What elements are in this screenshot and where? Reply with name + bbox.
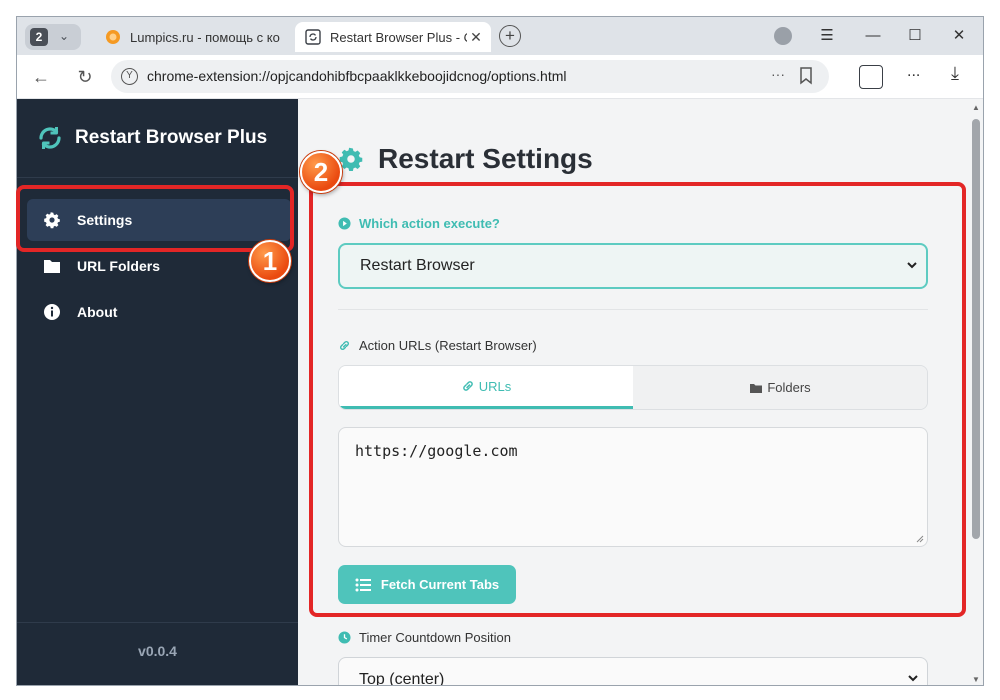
gear-icon: [339, 147, 363, 171]
annotation-badge-2: 2: [300, 151, 342, 193]
page-title-text: Restart Settings: [378, 143, 593, 174]
bookmark-icon[interactable]: [799, 67, 813, 85]
scroll-down-icon[interactable]: ▼: [971, 675, 981, 684]
sidebar-item-about[interactable]: About: [27, 291, 291, 333]
close-tab-icon[interactable]: ✕: [467, 29, 485, 46]
brand-title: Restart Browser Plus: [75, 127, 268, 148]
extension-restart-icon[interactable]: [859, 65, 883, 89]
clock-icon: [338, 631, 351, 644]
restart-extension-icon: [305, 29, 321, 45]
sidebar-item-label: URL Folders: [77, 258, 160, 274]
scroll-up-icon[interactable]: ▲: [971, 103, 981, 112]
page-title: Restart Settings: [338, 143, 593, 175]
download-icon[interactable]: ⤓: [951, 63, 959, 84]
brand: Restart Browser Plus: [37, 125, 267, 151]
minimize-icon[interactable]: —: [861, 25, 885, 47]
tab-label: Lumpics.ru - помощь с ко: [130, 29, 280, 45]
back-arrow-icon[interactable]: ←: [29, 65, 53, 89]
close-window-icon[interactable]: ✕: [947, 25, 971, 47]
chevron-down-icon: [908, 675, 918, 682]
tab-count-badge: 2: [30, 28, 48, 46]
timer-position-select[interactable]: Top (center): [338, 657, 928, 686]
folder-icon: [44, 260, 60, 273]
tab-bar: 2 ⌄ Lumpics.ru - помощь с ко Restart Bro…: [17, 17, 983, 55]
menu-dots-icon[interactable]: ...: [907, 63, 920, 81]
tab-label: Restart Browser Plus - О: [330, 29, 467, 45]
page-scrollbar[interactable]: ▲ ▼: [968, 99, 983, 685]
orange-circle-icon: [106, 30, 120, 44]
scroll-thumb[interactable]: [972, 119, 980, 539]
maximize-icon[interactable]: ☐: [903, 25, 927, 47]
new-tab-button[interactable]: +: [499, 25, 521, 47]
highlight-box-settings-panel: [309, 182, 966, 617]
info-icon: [44, 304, 60, 320]
profile-avatar-icon[interactable]: [774, 27, 792, 45]
timer-label-text: Timer Countdown Position: [359, 630, 511, 645]
tab-lumpics[interactable]: Lumpics.ru - помощь с ко: [95, 22, 291, 52]
address-bar: ← ↻ Y chrome-extension://opjcandohibfbcp…: [17, 55, 983, 99]
yandex-y-icon: Y: [121, 68, 138, 85]
sidebar-divider: [17, 177, 298, 178]
highlight-box-settings: [16, 185, 294, 252]
chevron-down-icon: ⌄: [59, 29, 70, 43]
tab-restart-browser-plus[interactable]: Restart Browser Plus - О ✕: [295, 22, 491, 52]
url-text: chrome-extension://opjcandohibfbcpaaklkk…: [147, 68, 567, 84]
annotation-badge-1: 1: [249, 240, 291, 282]
more-dots-icon[interactable]: ···: [771, 66, 785, 82]
version-label: v0.0.4: [138, 643, 177, 659]
url-field[interactable]: Y chrome-extension://opjcandohibfbcpaakl…: [111, 60, 829, 93]
reload-icon[interactable]: ↻: [73, 65, 97, 89]
tab-counter-button[interactable]: 2 ⌄: [25, 24, 81, 50]
timer-label: Timer Countdown Position: [338, 630, 511, 645]
sync-icon: [39, 127, 61, 149]
sidebar-divider: [17, 622, 298, 623]
hamburger-menu-icon[interactable]: ☰: [815, 25, 839, 47]
timer-select-value: Top (center): [359, 671, 445, 686]
sidebar-item-label: About: [77, 304, 118, 320]
